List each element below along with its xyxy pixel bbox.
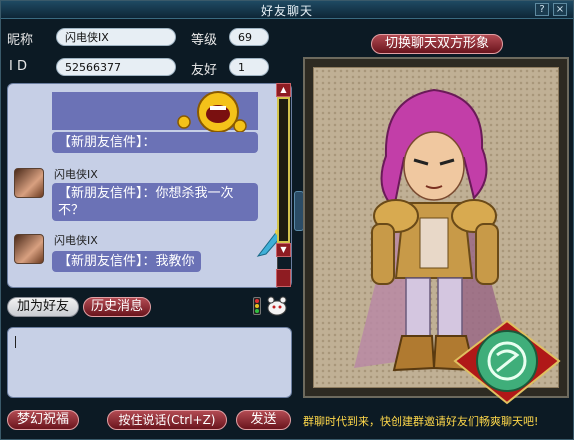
scroll-end-icon[interactable]	[276, 269, 291, 287]
chat-log[interactable]: 【新朋友信件】： 闪电侠IX 【新朋友信件】：你想杀我一次不？ 闪电侠IX 【新…	[7, 83, 292, 288]
id-label: I D	[9, 59, 27, 74]
level-value: 69	[229, 28, 269, 46]
text-caret	[15, 336, 16, 348]
scroll-down-icon[interactable]: ▼	[276, 243, 291, 257]
id-value: 52566377	[56, 58, 176, 76]
pet-icon[interactable]	[265, 295, 289, 317]
history-button[interactable]: 历史消息	[83, 297, 151, 317]
window-title: 好友聊天	[260, 4, 313, 18]
voice-button[interactable]: 按住说话(Ctrl+Z)	[107, 410, 227, 430]
scroll-thumb[interactable]	[277, 97, 290, 243]
friend-chat-window: 好友聊天 ? × 昵称 闪电侠IX 等级 69 I D 52566377 友好 …	[0, 0, 574, 440]
switch-view-button[interactable]: 切换聊天双方形象	[371, 34, 503, 54]
friendship-value: 1	[229, 58, 269, 76]
message-sender-3: 闪电侠IX	[54, 234, 98, 247]
blessing-button[interactable]: 梦幻祝福	[7, 410, 79, 430]
nickname-value: 闪电侠IX	[56, 28, 176, 46]
message-sender-2: 闪电侠IX	[54, 168, 98, 181]
traffic-light-icon	[253, 297, 261, 315]
message-bubble-2: 【新朋友信件】：你想杀我一次不？	[52, 183, 258, 221]
send-button[interactable]: 发送	[236, 410, 291, 430]
title-bar[interactable]: 好友聊天 ? ×	[1, 1, 573, 19]
message-bubble-1: 【新朋友信件】：	[52, 132, 258, 153]
avatar[interactable]	[14, 168, 44, 198]
scroll-up-icon[interactable]: ▲	[276, 83, 291, 97]
avatar[interactable]	[14, 234, 44, 264]
nickname-label: 昵称	[7, 33, 34, 48]
jade-medallion-icon[interactable]	[451, 319, 563, 405]
group-chat-ticker: 群聊时代到来，快创建群邀请好友们畅爽聊天吧!	[303, 415, 539, 428]
level-label: 等级	[191, 33, 218, 48]
friendship-label: 友好	[191, 63, 218, 78]
add-friend-button[interactable]: 加为好友	[7, 297, 79, 317]
help-icon[interactable]: ?	[535, 3, 549, 16]
close-icon[interactable]: ×	[553, 3, 567, 16]
emoji-yellow-face	[177, 91, 247, 133]
message-bubble-3: 【新朋友信件】：我教你	[52, 251, 201, 272]
message-input[interactable]	[7, 327, 292, 398]
